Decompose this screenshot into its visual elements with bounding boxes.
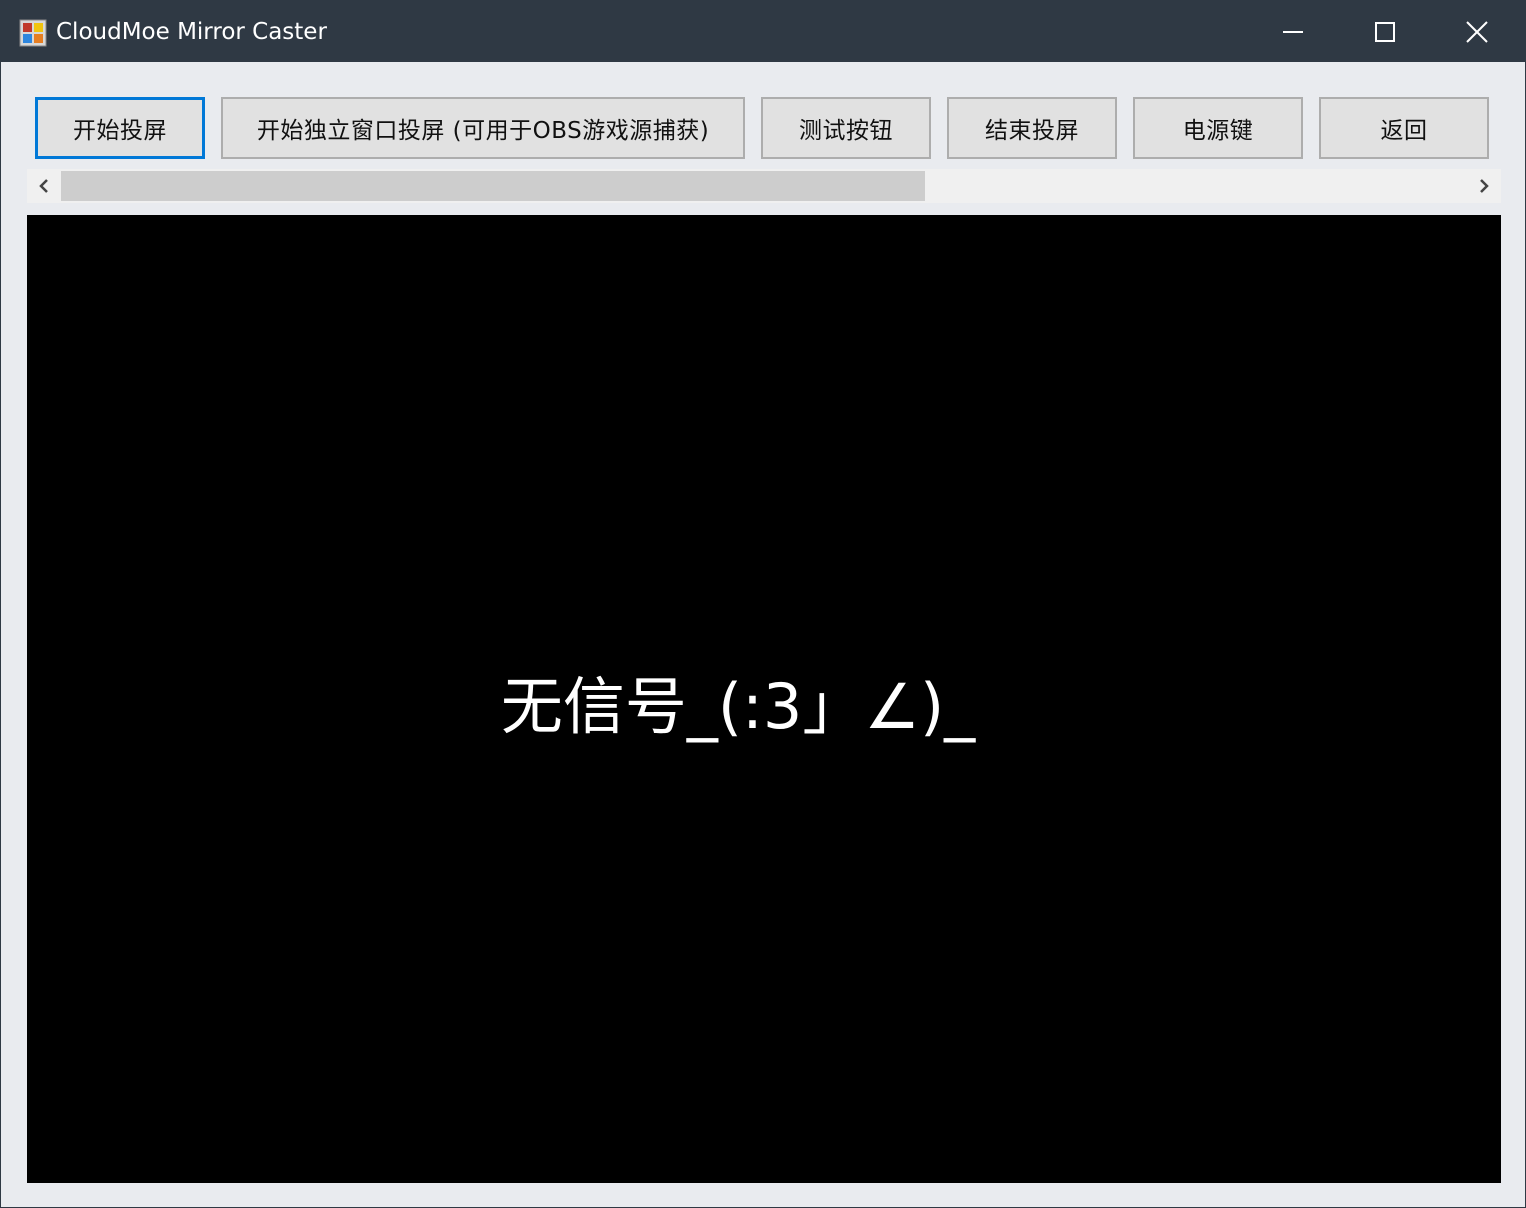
maximize-button[interactable] [1339,1,1431,62]
scroll-right-button[interactable] [1467,169,1501,203]
minimize-icon [1283,30,1303,33]
horizontal-scrollbar[interactable] [27,169,1501,203]
app-icon [19,19,47,47]
close-button[interactable] [1431,1,1523,62]
start-cast-button[interactable]: 开始投屏 [35,97,205,159]
test-button[interactable]: 测试按钮 [761,97,931,159]
no-signal-text: 无信号_(:3」∠)_ [500,670,976,743]
start-window-cast-button[interactable]: 开始独立窗口投屏 (可用于OBS游戏源捕获) [221,97,745,159]
app-window: CloudMoe Mirror Caster 开始投屏 开始独立窗口投屏 (可用… [0,0,1526,1208]
scroll-left-button[interactable] [27,169,61,203]
stop-cast-button[interactable]: 结束投屏 [947,97,1117,159]
back-button[interactable]: 返回 [1319,97,1489,159]
scroll-thumb[interactable] [61,171,925,201]
chevron-right-icon [1480,179,1489,193]
chevron-left-icon [39,179,48,193]
power-key-button[interactable]: 电源键 [1133,97,1303,159]
window-title: CloudMoe Mirror Caster [56,19,327,45]
maximize-icon [1375,21,1395,42]
minimize-button[interactable] [1247,1,1339,62]
title-bar[interactable]: CloudMoe Mirror Caster [1,1,1525,62]
close-icon [1466,20,1488,43]
